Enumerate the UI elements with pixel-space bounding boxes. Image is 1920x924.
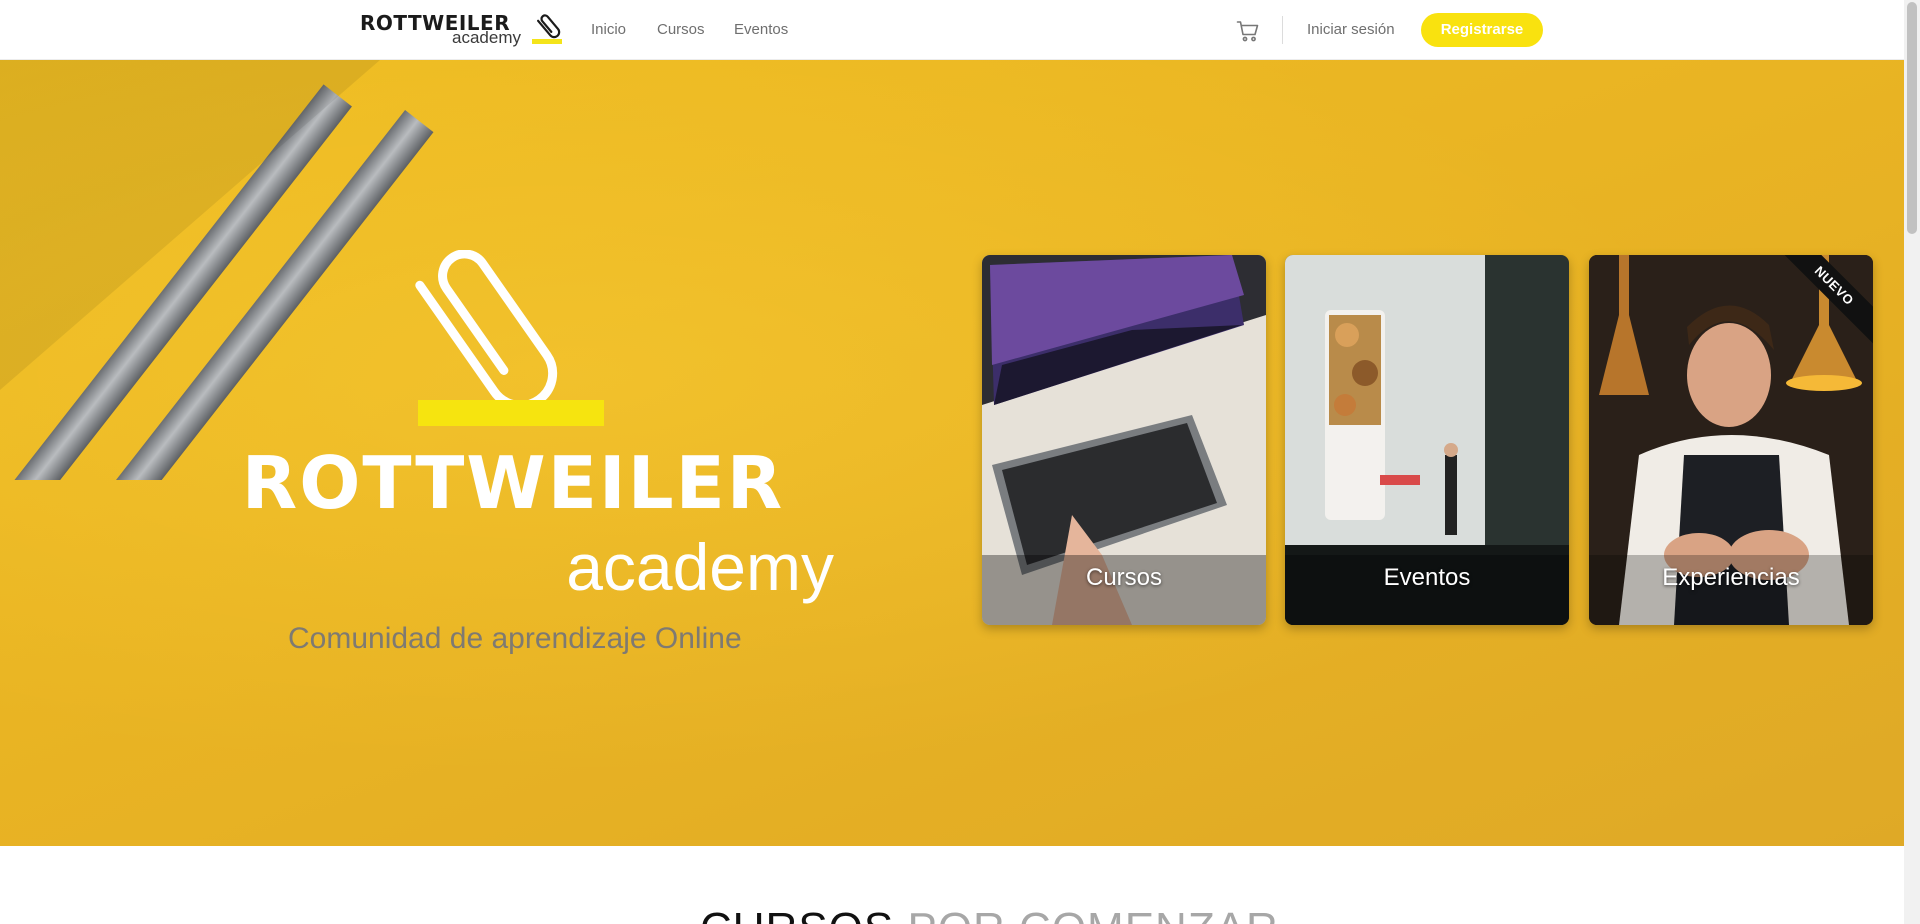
brand-accent-bar — [532, 39, 562, 44]
section-title: CURSOS POR COMENZAR — [700, 904, 1279, 924]
nav-link-eventos[interactable]: Eventos — [734, 21, 788, 38]
section-title-light: POR COMENZAR — [907, 904, 1278, 924]
card-eventos-label: Eventos — [1383, 564, 1471, 591]
nav-link-inicio[interactable]: Inicio — [591, 21, 626, 38]
scrollbar-thumb[interactable] — [1907, 2, 1917, 234]
page-scrollbar[interactable] — [1904, 0, 1920, 924]
hero-tagline: Comunidad de aprendizaje Online — [288, 622, 742, 655]
card-eventos[interactable]: Eventos — [1285, 255, 1569, 625]
section-title-dark: CURSOS — [700, 904, 894, 924]
card-experiencias-label: Experiencias — [1662, 564, 1800, 591]
brand-logo[interactable]: ROTTWEILER academy — [360, 10, 565, 50]
card-cursos[interactable]: Cursos — [982, 255, 1266, 625]
svg-text:ROTTWEILER: ROTTWEILER — [242, 441, 784, 525]
card-cursos-label: Cursos — [1085, 564, 1163, 591]
nav-divider — [1282, 16, 1283, 44]
hero-banner: ROTTWEILER academy Comunidad de aprendiz… — [0, 60, 1904, 846]
nav-link-cursos[interactable]: Cursos — [657, 21, 705, 38]
top-navbar: ROTTWEILER academy Inicio Cursos Eventos… — [0, 0, 1904, 60]
brand-sub: academy — [452, 28, 521, 47]
login-link[interactable]: Iniciar sesión — [1307, 21, 1395, 38]
card-experiencias[interactable]: NUEVO Experiencias — [1589, 255, 1873, 625]
cart-icon[interactable] — [1236, 19, 1260, 43]
hero-logo: ROTTWEILER academy — [242, 250, 834, 604]
svg-text:academy: academy — [566, 530, 834, 604]
paperclip-icon — [536, 14, 561, 39]
register-button[interactable]: Registrarse — [1421, 13, 1543, 47]
